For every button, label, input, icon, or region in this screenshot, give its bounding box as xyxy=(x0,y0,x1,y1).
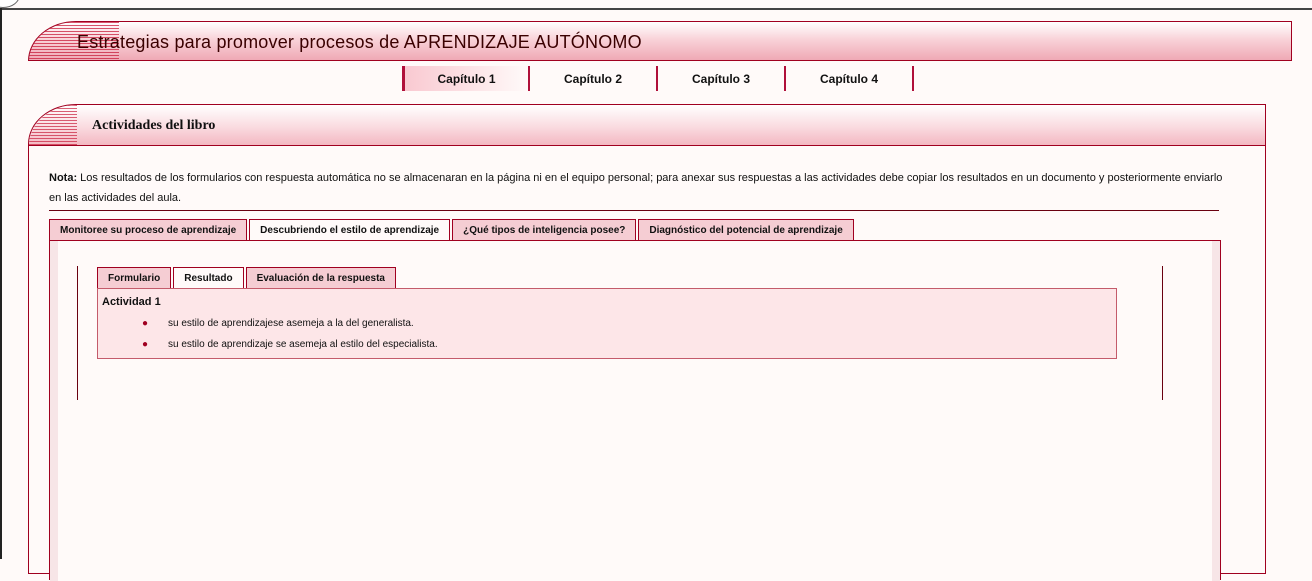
activity-tab-content: Formulario Resultado Evaluación de la re… xyxy=(49,240,1221,581)
site-title: Estrategias para promover procesos de AP… xyxy=(77,32,642,52)
list-item: ● su estilo de aprendizajese asemeja a l… xyxy=(142,317,438,338)
chapter-nav: Capítulo 1 Capítulo 2 Capítulo 3 Capítul… xyxy=(402,66,914,91)
tab-formulario[interactable]: Formulario xyxy=(97,267,172,288)
note-text: Los resultados de los formularios con re… xyxy=(49,172,1223,204)
chapter-tab-1[interactable]: Capítulo 1 xyxy=(402,66,530,91)
activity-title: Actividad 1 xyxy=(102,296,161,308)
browser-top-edge xyxy=(0,0,1312,10)
activity-tabs: Monitoree su proceso de aprendizaje Desc… xyxy=(49,219,856,241)
bullet-icon: ● xyxy=(142,339,149,350)
tab-descubriendo-label: Descubriendo el estilo de aprendizaje xyxy=(260,225,440,236)
tab-evaluacion[interactable]: Evaluación de la respuesta xyxy=(245,267,396,288)
chapter-tab-3[interactable]: Capítulo 3 xyxy=(658,66,786,91)
header-banner: Estrategias para promover procesos de AP… xyxy=(28,21,1292,61)
tab-diagnostico[interactable]: Diagnóstico del potencial de aprendizaje xyxy=(638,219,854,240)
list-item: ● su estilo de aprendizaje se asemeja al… xyxy=(142,338,438,359)
tab-resultado[interactable]: Resultado xyxy=(173,267,244,288)
result-box: Actividad 1 ● su estilo de aprendizajese… xyxy=(97,288,1117,359)
note-label: Nota: xyxy=(49,172,78,184)
result-item-text: su estilo de aprendizaje se asemeja al e… xyxy=(168,339,438,350)
chapter-tab-4[interactable]: Capítulo 4 xyxy=(786,66,914,91)
activities-panel: Actividades del libro Nota: Los resultad… xyxy=(28,104,1266,581)
note-paragraph: Nota: Los resultados de los formularios … xyxy=(49,168,1229,208)
panel-header: Actividades del libro xyxy=(29,105,1265,146)
tab-inteligencia[interactable]: ¿Qué tipos de inteligencia posee? xyxy=(452,219,637,240)
divider xyxy=(49,210,1219,211)
result-tabs: Formulario Resultado Evaluación de la re… xyxy=(97,267,398,288)
result-item-text: su estilo de aprendizajese asemeja a la … xyxy=(168,318,414,329)
tab-monitoree[interactable]: Monitoree su proceso de aprendizaje xyxy=(49,219,248,240)
panel-title: Actividades del libro xyxy=(92,118,216,133)
content-left-border xyxy=(77,266,78,400)
left-frame-edge xyxy=(0,8,2,559)
chapter-tab-2[interactable]: Capítulo 2 xyxy=(530,66,658,91)
tab-descubriendo[interactable]: Descubriendo el estilo de aprendizaje xyxy=(249,219,451,241)
bullet-icon: ● xyxy=(142,318,149,329)
result-list: ● su estilo de aprendizajese asemeja a l… xyxy=(142,317,438,359)
content-right-border xyxy=(1162,266,1163,400)
